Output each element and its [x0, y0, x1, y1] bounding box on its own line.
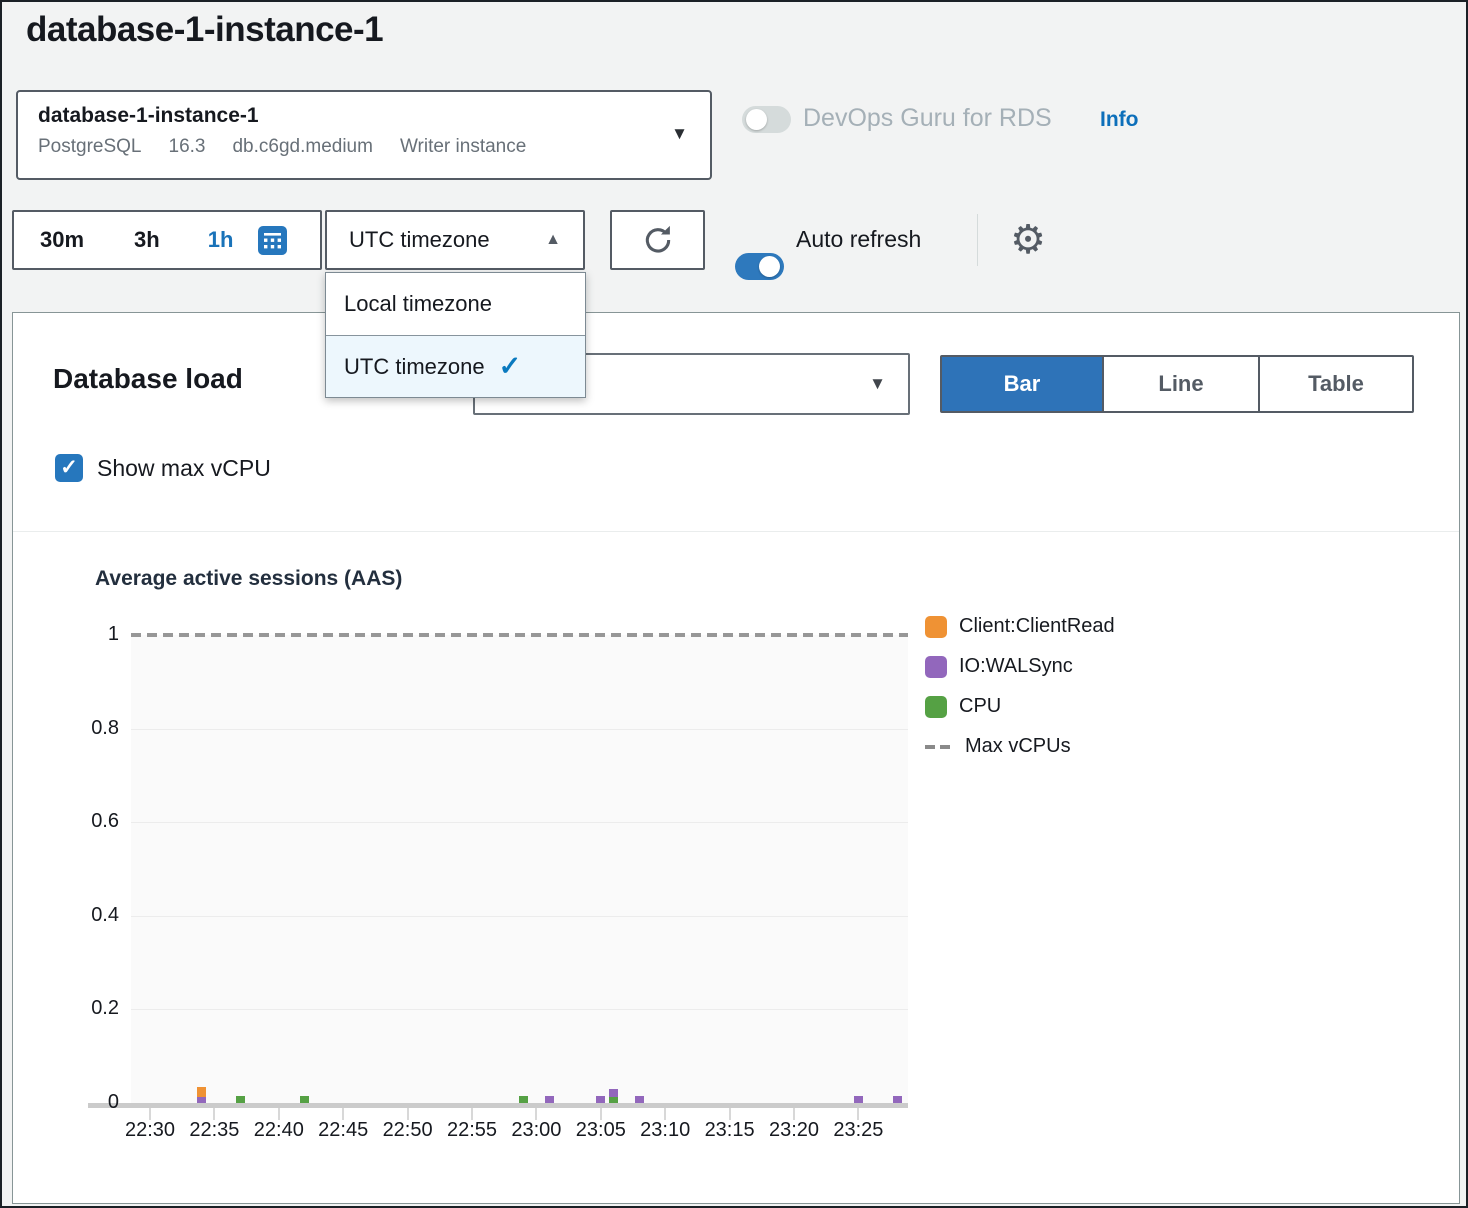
devops-guru-label: DevOps Guru for RDS [803, 104, 1052, 133]
x-axis-tick [471, 1108, 473, 1120]
legend-label: Client:ClientRead [959, 615, 1115, 638]
timezone-button-label: UTC timezone [349, 227, 490, 253]
x-axis-tick [729, 1108, 731, 1120]
legend-label: Max vCPUs [965, 735, 1071, 758]
x-axis-label: 22:50 [375, 1119, 441, 1142]
show-max-vcpu-label: Show max vCPU [97, 455, 271, 482]
calendar-icon[interactable] [257, 225, 288, 256]
gear-icon[interactable] [1006, 212, 1050, 268]
x-axis-label: 23:05 [568, 1119, 634, 1142]
x-axis-label: 22:30 [117, 1119, 183, 1142]
x-axis-tick [213, 1108, 215, 1120]
caret-up-icon [545, 231, 561, 249]
tab-bar-view[interactable]: Bar [942, 357, 1102, 411]
instance-selector[interactable]: database-1-instance-1 PostgreSQL 16.3 db… [16, 90, 712, 180]
legend-item-client-clientread[interactable]: Client:ClientRead [925, 614, 1115, 639]
auto-refresh-label: Auto refresh [796, 226, 921, 253]
toggle-knob [746, 109, 767, 130]
panel-divider [13, 531, 1459, 532]
x-axis-label: 22:55 [439, 1119, 505, 1142]
x-axis-tick [535, 1108, 537, 1120]
view-segmented-control: Bar Line Table [940, 355, 1414, 413]
x-axis-label: 23:25 [825, 1119, 891, 1142]
legend-label: IO:WALSync [959, 655, 1073, 678]
instance-version: 16.3 [169, 136, 206, 158]
instance-name: database-1-instance-1 [38, 104, 690, 128]
bar-23:06 [609, 1089, 618, 1103]
database-load-panel: Database load Bar Line Table Show max vC… [12, 312, 1460, 1204]
gridline [131, 916, 908, 917]
menu-item-utc-timezone[interactable]: UTC timezone [326, 335, 585, 397]
bar-segment-io-walsync [609, 1089, 618, 1097]
x-axis-tick [664, 1108, 666, 1120]
menu-item-local-timezone[interactable]: Local timezone [326, 273, 585, 335]
x-axis-label: 23:20 [761, 1119, 827, 1142]
legend-item-cpu[interactable]: CPU [925, 694, 1115, 719]
x-axis-tick [857, 1108, 859, 1120]
range-option-30m[interactable]: 30m [40, 227, 84, 253]
toggle-knob [759, 256, 780, 277]
y-axis-label: 1 [57, 623, 119, 646]
auto-refresh-toggle[interactable] [735, 253, 784, 280]
legend-color-swatch [925, 696, 947, 718]
instance-meta: PostgreSQL 16.3 db.c6gd.medium Writer in… [38, 136, 690, 158]
chevron-down-icon [671, 124, 688, 144]
menu-item-label: UTC timezone [344, 354, 485, 380]
tab-table-view[interactable]: Table [1258, 357, 1412, 411]
x-axis-tick [407, 1108, 409, 1120]
timezone-dropdown-button[interactable]: UTC timezone [325, 210, 585, 270]
chart-title: Average active sessions (AAS) [95, 567, 402, 591]
toolbar-divider [977, 214, 978, 266]
x-axis-label: 23:00 [503, 1119, 569, 1142]
refresh-button[interactable] [610, 210, 705, 270]
dashed-line-swatch [925, 745, 953, 749]
legend-label: CPU [959, 695, 1001, 718]
max-vcpus-line [131, 633, 908, 637]
time-range-box: 30m 3h 1h [12, 210, 322, 270]
instance-class: db.c6gd.medium [232, 136, 372, 158]
timezone-menu: Local timezone UTC timezone [325, 272, 586, 398]
x-axis-label: 22:35 [181, 1119, 247, 1142]
gridline [131, 822, 908, 823]
x-axis-line [88, 1103, 908, 1108]
range-option-3h[interactable]: 3h [134, 227, 160, 253]
range-option-1h[interactable]: 1h [208, 227, 234, 253]
x-axis-label: 22:45 [310, 1119, 376, 1142]
aas-bar-chart [131, 635, 908, 1103]
y-axis-label: 0.2 [57, 997, 119, 1020]
x-axis-label: 22:40 [246, 1119, 312, 1142]
x-axis-label: 23:15 [697, 1119, 763, 1142]
x-axis-label: 23:10 [632, 1119, 698, 1142]
devops-guru-toggle[interactable] [742, 106, 791, 133]
refresh-icon [642, 224, 674, 256]
database-load-heading: Database load [53, 363, 243, 395]
x-axis-tick [342, 1108, 344, 1120]
x-axis-tick [793, 1108, 795, 1120]
legend-item-max-vcpus[interactable]: Max vCPUs [925, 734, 1115, 759]
chevron-down-icon [869, 374, 886, 394]
instance-role: Writer instance [400, 136, 526, 158]
legend-color-swatch [925, 616, 947, 638]
show-max-vcpu-checkbox[interactable] [55, 454, 83, 482]
x-axis-tick [149, 1108, 151, 1120]
y-axis-label: 0.8 [57, 717, 119, 740]
page-title: database-1-instance-1 [26, 10, 383, 50]
tab-line-view[interactable]: Line [1102, 357, 1258, 411]
gridline [131, 1009, 908, 1010]
legend-color-swatch [925, 656, 947, 678]
menu-item-label: Local timezone [344, 291, 492, 317]
bar-22:34 [197, 1087, 206, 1103]
instance-engine: PostgreSQL [38, 136, 142, 158]
legend-item-io-walsync[interactable]: IO:WALSync [925, 654, 1115, 679]
bar-segment-client-clientread [197, 1087, 206, 1097]
y-axis-label: 0.6 [57, 810, 119, 833]
x-axis-tick [600, 1108, 602, 1120]
devops-guru-info-link[interactable]: Info [1100, 108, 1138, 132]
y-axis-label: 0.4 [57, 904, 119, 927]
chart-legend: Client:ClientRead IO:WALSync CPU Max vCPUs [925, 614, 1115, 759]
gridline [131, 729, 908, 730]
check-icon [499, 351, 522, 382]
x-axis-tick [278, 1108, 280, 1120]
